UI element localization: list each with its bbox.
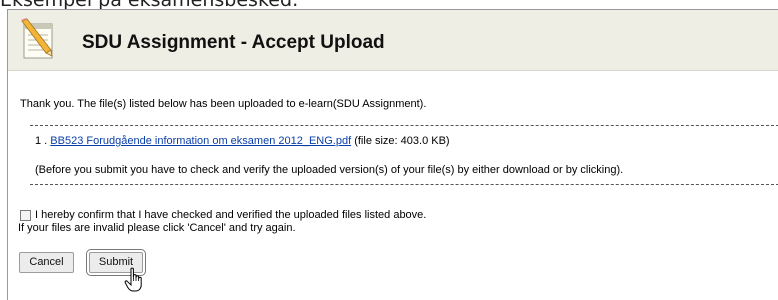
file-size: (file size: 403.0 KB) bbox=[351, 135, 450, 147]
list-item: 1 . BB523 Forudgående information om eks… bbox=[35, 134, 450, 148]
confirm-label: I hereby confirm that I have checked and… bbox=[35, 209, 427, 221]
hand-pointer-icon bbox=[124, 267, 142, 292]
invalid-note: If your files are invalid please click '… bbox=[18, 222, 296, 234]
confirm-checkbox[interactable] bbox=[20, 209, 31, 221]
upload-confirmation-text: Thank you. The file(s) listed below has … bbox=[20, 98, 427, 110]
file-download-link[interactable]: BB523 Forudgående information om eksamen… bbox=[50, 135, 351, 147]
page-title: SDU Assignment - Accept Upload bbox=[82, 32, 385, 53]
file-index: 1 . bbox=[35, 135, 51, 147]
confirm-row: I hereby confirm that I have checked and… bbox=[20, 208, 426, 222]
page-caption: Eksempel på eksamensbesked: bbox=[0, 0, 299, 11]
notepad-pencil-icon bbox=[21, 18, 53, 59]
assignment-panel: SDU Assignment - Accept Upload Thank you… bbox=[7, 9, 778, 300]
cancel-button[interactable]: Cancel bbox=[19, 252, 74, 273]
page-header: SDU Assignment - Accept Upload bbox=[8, 10, 778, 71]
uploaded-files-list: 1 . BB523 Forudgående information om eks… bbox=[30, 125, 778, 185]
verify-note: (Before you submit you have to check and… bbox=[35, 164, 624, 176]
